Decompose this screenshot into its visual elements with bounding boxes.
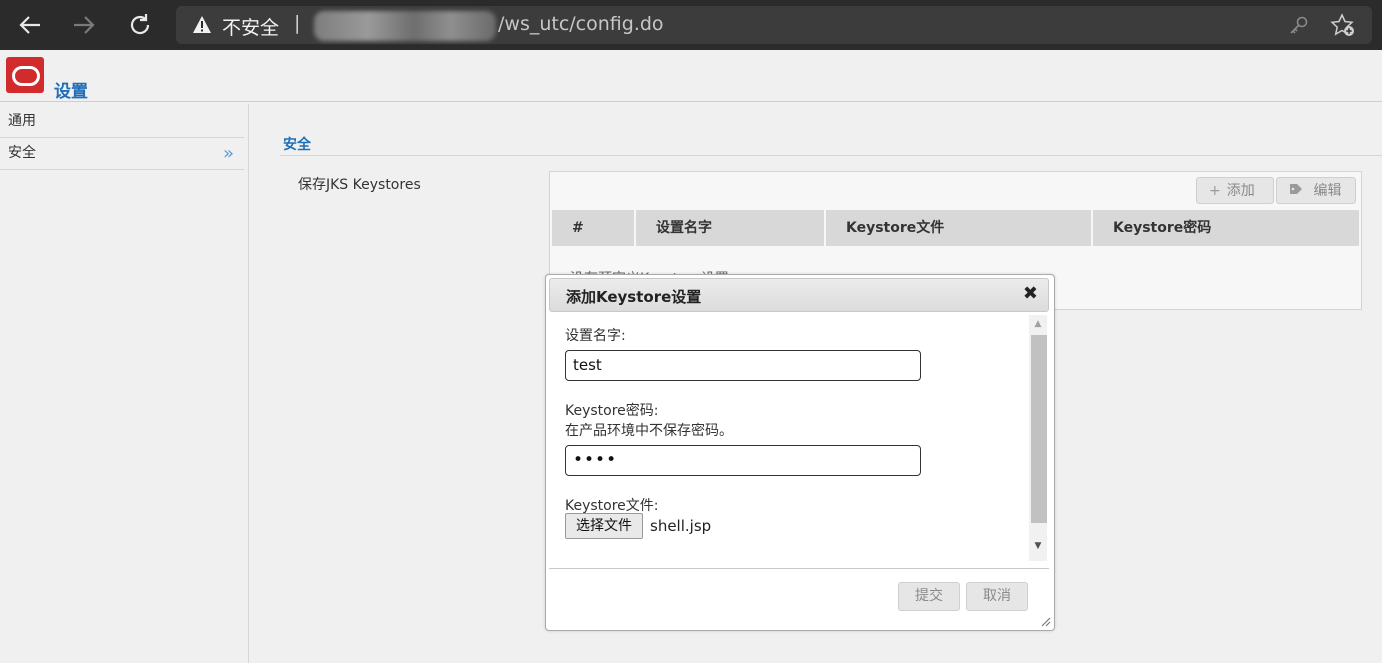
back-arrow-icon[interactable] xyxy=(14,9,46,41)
header-divider xyxy=(0,101,1382,102)
sidebar-item-security[interactable]: 安全 » xyxy=(0,138,244,170)
scrollbar-thumb[interactable] xyxy=(1031,335,1047,523)
file-field-label: Keystore文件: xyxy=(565,498,659,514)
submit-button[interactable]: 提交 xyxy=(898,582,960,611)
browser-toolbar: 不安全 | /ws_utc/config.do xyxy=(0,0,1382,50)
double-chevron-right-icon: » xyxy=(222,143,234,164)
dialog-footer-divider xyxy=(549,568,1049,569)
password-field-label: Keystore密码: xyxy=(565,403,659,419)
table-header: # 设置名字 Keystore文件 Keystore密码 xyxy=(552,210,1359,246)
column-header-password[interactable]: Keystore密码 xyxy=(1093,210,1359,246)
selected-file-name: shell.jsp xyxy=(650,517,712,535)
redacted-host xyxy=(314,11,496,41)
name-field[interactable]: test xyxy=(565,350,921,381)
close-icon[interactable]: ✖ xyxy=(1023,283,1038,304)
plus-icon: + xyxy=(1209,183,1221,199)
section-divider xyxy=(280,155,1382,156)
add-keystore-dialog: 添加Keystore设置 ✖ 设置名字: test Keystore密码: 在产… xyxy=(545,274,1055,631)
edit-button[interactable]: 编辑 xyxy=(1276,177,1356,204)
resize-grip-icon[interactable] xyxy=(1039,615,1051,627)
scroll-up-icon[interactable]: ▲ xyxy=(1030,319,1046,331)
scroll-down-icon[interactable]: ▼ xyxy=(1030,541,1046,553)
section-title: 安全 xyxy=(283,137,311,153)
oracle-logo xyxy=(6,57,44,93)
page-title: 设置 xyxy=(54,82,88,102)
edit-button-label: 编辑 xyxy=(1313,183,1342,199)
column-header-index[interactable]: # xyxy=(552,210,636,246)
add-button-label: 添加 xyxy=(1226,183,1255,199)
password-hint: 在产品环境中不保存密码。 xyxy=(565,423,733,439)
column-header-file[interactable]: Keystore文件 xyxy=(826,210,1093,246)
favorite-star-icon[interactable] xyxy=(1330,12,1356,38)
warning-icon xyxy=(193,16,211,33)
keystores-label: 保存JKS Keystores xyxy=(298,177,421,193)
cancel-button[interactable]: 取消 xyxy=(966,582,1028,611)
sidebar-item-label: 通用 xyxy=(8,113,36,129)
key-icon[interactable] xyxy=(1288,14,1310,36)
address-bar[interactable]: 不安全 | /ws_utc/config.do xyxy=(176,6,1372,44)
url-text: /ws_utc/config.do xyxy=(498,13,664,35)
forward-arrow-icon[interactable] xyxy=(68,9,100,41)
password-field[interactable]: •••• xyxy=(565,445,921,476)
name-field-label: 设置名字: xyxy=(565,328,626,344)
sidebar: 通用 安全 » xyxy=(0,104,249,663)
dialog-titlebar[interactable]: 添加Keystore设置 ✖ xyxy=(549,278,1049,312)
dialog-title: 添加Keystore设置 xyxy=(566,288,702,306)
tag-icon xyxy=(1289,183,1307,199)
sidebar-item-general[interactable]: 通用 xyxy=(0,106,244,138)
reload-icon[interactable] xyxy=(124,9,156,41)
address-separator: | xyxy=(294,12,301,34)
add-button[interactable]: + 添加 xyxy=(1196,177,1274,204)
security-status[interactable]: 不安全 xyxy=(222,13,279,40)
sidebar-item-label: 安全 xyxy=(8,145,36,161)
choose-file-button[interactable]: 选择文件 xyxy=(565,513,643,539)
column-header-name[interactable]: 设置名字 xyxy=(636,210,826,246)
